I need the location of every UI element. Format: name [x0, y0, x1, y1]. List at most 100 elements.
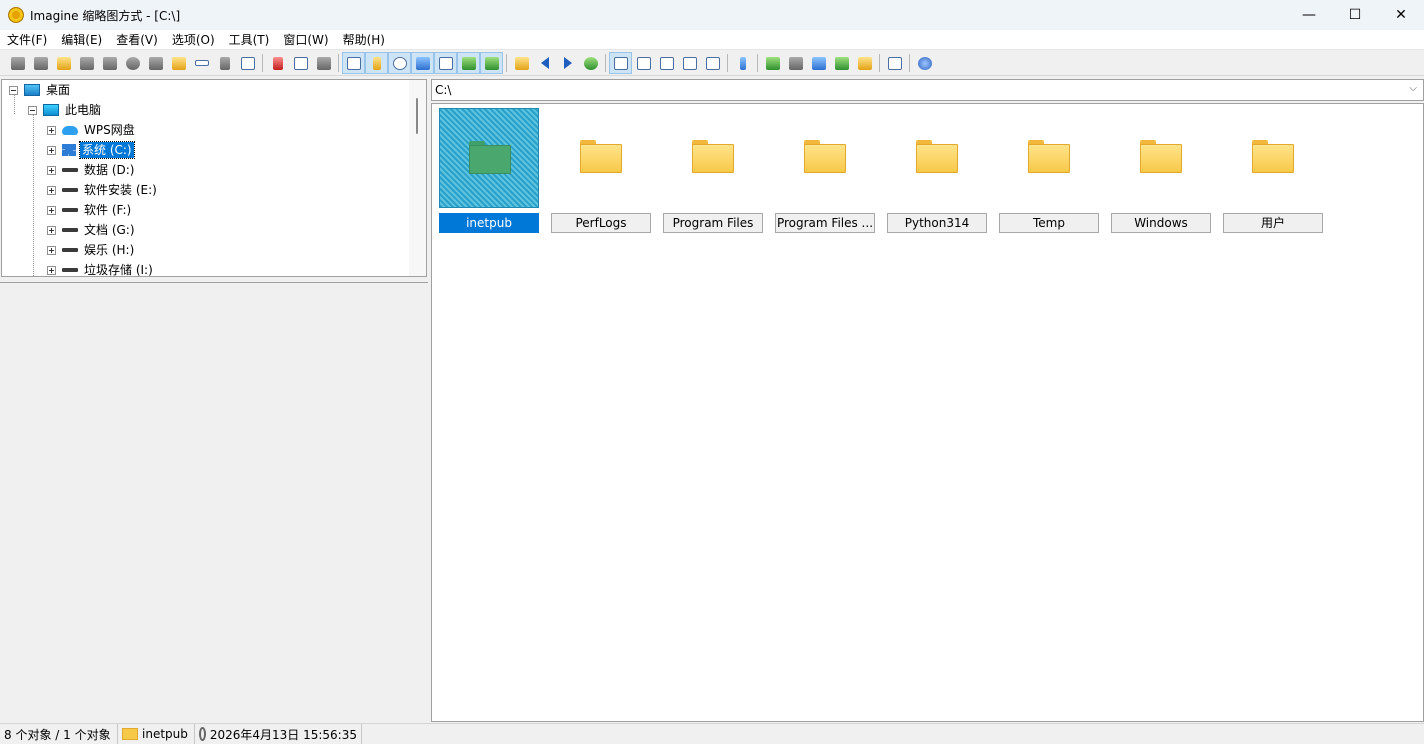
- copy-icon[interactable]: [289, 52, 312, 74]
- delete-icon[interactable]: [213, 52, 236, 74]
- expand-icon[interactable]: [47, 165, 56, 175]
- chevron-down-icon[interactable]: ⌵: [1409, 83, 1417, 94]
- tree-item-drive-h[interactable]: 娱乐 (H:): [47, 240, 136, 260]
- expand-icon[interactable]: [47, 205, 56, 215]
- forward-icon[interactable]: [556, 52, 579, 74]
- menu-edit[interactable]: 编辑(E): [54, 30, 109, 50]
- thumbnail-item[interactable]: Windows: [1111, 108, 1211, 233]
- preview-icon[interactable]: [457, 52, 480, 74]
- imagine-app-icon[interactable]: [8, 7, 24, 23]
- thumbnail-label: 用户: [1223, 213, 1323, 233]
- table-icon[interactable]: [701, 52, 724, 74]
- toolbar-separator: [338, 54, 339, 72]
- info-icon[interactable]: [121, 52, 144, 74]
- thumbnail-view[interactable]: inetpub PerfLogs Program Files Program F…: [431, 103, 1424, 722]
- view-icon[interactable]: [6, 52, 29, 74]
- menu-help[interactable]: 帮助(H): [336, 30, 392, 50]
- save-icon[interactable]: [75, 52, 98, 74]
- grid-icon[interactable]: [434, 52, 457, 74]
- menu-options[interactable]: 选项(O): [165, 30, 222, 50]
- expand-icon[interactable]: [47, 245, 56, 255]
- expand-icon[interactable]: [47, 185, 56, 195]
- up-folder-icon[interactable]: [510, 52, 533, 74]
- menu-tools[interactable]: 工具(T): [222, 30, 277, 50]
- windows-drive-icon: [62, 144, 76, 156]
- collapse-icon[interactable]: [9, 85, 18, 95]
- thumbnail-item[interactable]: Program Files ...: [775, 108, 875, 233]
- address-bar[interactable]: C:\ ⌵: [431, 79, 1424, 101]
- folder-icon: [804, 140, 846, 173]
- settings-icon[interactable]: [731, 52, 754, 74]
- refresh-icon[interactable]: [579, 52, 602, 74]
- cut-icon[interactable]: [266, 52, 289, 74]
- list-icon[interactable]: [655, 52, 678, 74]
- folder-icon: [1252, 140, 1294, 173]
- plugin-icon[interactable]: [883, 52, 906, 74]
- tree-item-desktop[interactable]: 桌面: [9, 80, 72, 100]
- drive-icon: [62, 248, 78, 252]
- print-icon[interactable]: [98, 52, 121, 74]
- window-view-icon[interactable]: [342, 52, 365, 74]
- preview-pane: [0, 282, 428, 722]
- address-value: C:\: [435, 83, 452, 97]
- tree-item-drive-f[interactable]: 软件 (F:): [47, 200, 133, 220]
- properties-icon[interactable]: [236, 52, 259, 74]
- tree-item-drive-g[interactable]: 文档 (G:): [47, 220, 137, 240]
- open-icon[interactable]: [52, 52, 75, 74]
- thumbnail-item[interactable]: Program Files: [663, 108, 763, 233]
- batch-icon[interactable]: [784, 52, 807, 74]
- expand-icon[interactable]: [47, 265, 56, 275]
- thumbnail-icon[interactable]: [411, 52, 434, 74]
- drive-icon: [62, 268, 78, 272]
- desktop-icon: [24, 84, 40, 96]
- screen-capture-icon[interactable]: [807, 52, 830, 74]
- thumbnail-image: [663, 108, 763, 208]
- thumbnail-label: inetpub: [439, 213, 539, 233]
- tree-view-icon[interactable]: [365, 52, 388, 74]
- thumbnail-item[interactable]: inetpub: [439, 108, 539, 233]
- browse-icon[interactable]: [29, 52, 52, 74]
- tree-scrollbar[interactable]: [409, 80, 426, 276]
- cd-icon[interactable]: [388, 52, 411, 74]
- help-icon[interactable]: [913, 52, 936, 74]
- convert-icon[interactable]: [761, 52, 784, 74]
- expand-icon[interactable]: [47, 225, 56, 235]
- slideshow-icon[interactable]: [480, 52, 503, 74]
- details-icon[interactable]: [678, 52, 701, 74]
- collapse-icon[interactable]: [28, 105, 37, 115]
- thumbnail-label: Program Files: [663, 213, 763, 233]
- scrollbar-thumb[interactable]: [416, 98, 418, 134]
- thumbnail-item[interactable]: 用户: [1223, 108, 1323, 233]
- folder-tree[interactable]: 桌面 此电脑 WPS网盘 系统 (C:) 数据 (D:) 软件安装 (E:) 软…: [1, 79, 427, 277]
- maximize-button[interactable]: ☐: [1332, 0, 1378, 30]
- tree-item-this-pc[interactable]: 此电脑: [28, 100, 103, 120]
- small-icons-icon[interactable]: [632, 52, 655, 74]
- folder-icon: [122, 728, 138, 740]
- menu-view[interactable]: 查看(V): [109, 30, 165, 50]
- capture-icon[interactable]: [144, 52, 167, 74]
- thumbnail-item[interactable]: Temp: [999, 108, 1099, 233]
- expand-icon[interactable]: [47, 145, 56, 155]
- tree-item-wps-cloud[interactable]: WPS网盘: [47, 120, 137, 140]
- large-icons-icon[interactable]: [609, 52, 632, 74]
- tree-item-drive-i[interactable]: 垃圾存储 (I:): [47, 260, 155, 276]
- expand-icon[interactable]: [47, 125, 56, 135]
- thumbnail-item[interactable]: PerfLogs: [551, 108, 651, 233]
- thumbnail-item[interactable]: Python314: [887, 108, 987, 233]
- thumbnail-label: Temp: [999, 213, 1099, 233]
- close-button[interactable]: ✕: [1378, 0, 1424, 30]
- menu-window[interactable]: 窗口(W): [276, 30, 335, 50]
- tree-item-drive-c[interactable]: 系统 (C:): [47, 140, 135, 160]
- drive-icon: [62, 208, 78, 212]
- menu-file[interactable]: 文件(F): [0, 30, 54, 50]
- edit-icon[interactable]: [853, 52, 876, 74]
- new-folder-icon[interactable]: [167, 52, 190, 74]
- minimize-button[interactable]: —: [1286, 0, 1332, 30]
- film-icon[interactable]: [830, 52, 853, 74]
- tree-item-drive-e[interactable]: 软件安装 (E:): [47, 180, 159, 200]
- status-modified: 2026年4月13日 15:56:35: [195, 723, 362, 744]
- back-icon[interactable]: [533, 52, 556, 74]
- rename-icon[interactable]: [190, 52, 213, 74]
- paste-icon[interactable]: [312, 52, 335, 74]
- tree-item-drive-d[interactable]: 数据 (D:): [47, 160, 136, 180]
